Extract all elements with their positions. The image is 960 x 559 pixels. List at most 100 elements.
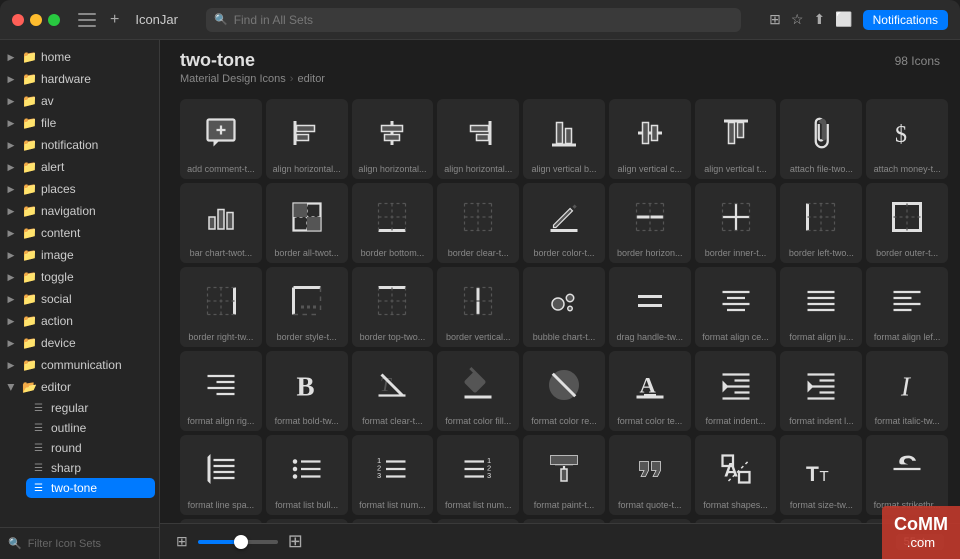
sidebar-item-alert[interactable]: ▶ 📁 alert bbox=[4, 156, 155, 178]
icon-format-align-right[interactable]: format align rig... bbox=[180, 351, 262, 431]
icon-grid-container[interactable]: add comment-t... align horizontal... ali… bbox=[160, 91, 960, 523]
icon-align-v-center[interactable]: align vertical c... bbox=[609, 99, 691, 179]
search-bar[interactable]: 🔍 bbox=[206, 8, 741, 32]
icon-drag-handle[interactable]: drag handle-tw... bbox=[609, 267, 691, 347]
icon-attach-money[interactable]: $ attach money-t... bbox=[866, 99, 948, 179]
icon-bubble-chart[interactable]: bubble chart-t... bbox=[523, 267, 605, 347]
icon-border-clear[interactable]: border clear-t... bbox=[437, 183, 519, 263]
icon-format-strikethrough[interactable]: format strikethr... bbox=[866, 435, 948, 515]
icon-border-inner[interactable]: border inner-t... bbox=[695, 183, 777, 263]
icon-border-vertical[interactable]: border vertical... bbox=[437, 267, 519, 347]
sidebar-item-notification[interactable]: ▶ 📁 notification bbox=[4, 134, 155, 156]
sidebar-subitem-regular[interactable]: ☰ regular bbox=[26, 398, 155, 418]
sidebar-item-hardware[interactable]: ▶ 📁 hardware bbox=[4, 68, 155, 90]
icon-border-horizontal[interactable]: border horizon... bbox=[609, 183, 691, 263]
filter-input[interactable] bbox=[28, 538, 170, 550]
notifications-button[interactable]: Notifications bbox=[863, 10, 948, 30]
icon-border-outer[interactable]: border outer-t... bbox=[866, 183, 948, 263]
sidebar-item-navigation[interactable]: ▶ 📁 navigation bbox=[4, 200, 155, 222]
icon-label: format color te... bbox=[613, 416, 687, 427]
icon-format-color-fill[interactable]: format color fill... bbox=[437, 351, 519, 431]
sidebar-toggle-button[interactable] bbox=[78, 13, 96, 27]
minimize-button[interactable] bbox=[30, 14, 42, 26]
icon-label: border right-tw... bbox=[184, 332, 258, 343]
icon-format-paint[interactable]: format paint-t... bbox=[523, 435, 605, 515]
border-top-icon bbox=[370, 273, 414, 328]
icon-bar-chart[interactable]: bar chart-twot... bbox=[180, 183, 262, 263]
icon-format-align-center[interactable]: format align ce... bbox=[695, 267, 777, 347]
icon-attach-file[interactable]: attach file-two... bbox=[780, 99, 862, 179]
sidebar-item-editor[interactable]: ▶ 📂 editor bbox=[4, 376, 155, 398]
icon-label: align horizontal... bbox=[356, 164, 430, 175]
icon-label: format list num... bbox=[441, 500, 515, 511]
sidebar-item-social[interactable]: ▶ 📁 social bbox=[4, 288, 155, 310]
icon-format-shapes[interactable]: A format shapes... bbox=[695, 435, 777, 515]
sidebar-item-toggle[interactable]: ▶ 📁 toggle bbox=[4, 266, 155, 288]
sidebar-item-communication[interactable]: ▶ 📁 communication bbox=[4, 354, 155, 376]
icon-format-size[interactable]: T T format size-tw... bbox=[780, 435, 862, 515]
icon-format-list-numbered[interactable]: 1 2 3 format list num... bbox=[352, 435, 434, 515]
sidebar-item-av[interactable]: ▶ 📁 av bbox=[4, 90, 155, 112]
icon-format-list-bulleted[interactable]: format list bull... bbox=[266, 435, 348, 515]
breadcrumb-separator: › bbox=[290, 73, 294, 85]
icon-size-slider[interactable] bbox=[198, 540, 278, 544]
sidebar-subitem-round[interactable]: ☰ round bbox=[26, 438, 155, 458]
icon-align-h-center[interactable]: align horizontal... bbox=[352, 99, 434, 179]
drag-handle-icon bbox=[628, 273, 672, 328]
sidebar-subitem-sharp[interactable]: ☰ sharp bbox=[26, 458, 155, 478]
chevron-down-icon: ▶ bbox=[6, 380, 17, 394]
icon-format-color-reset[interactable]: format color re... bbox=[523, 351, 605, 431]
maximize-button[interactable] bbox=[48, 14, 60, 26]
icon-format-italic[interactable]: I format italic-tw... bbox=[866, 351, 948, 431]
sidebar-item-device[interactable]: ▶ 📁 device bbox=[4, 332, 155, 354]
icon-label: format color re... bbox=[527, 416, 601, 427]
sidebar-subitem-twotone[interactable]: ☰ two-tone bbox=[26, 478, 155, 498]
icon-label: format align lef... bbox=[870, 332, 944, 343]
breadcrumb-root: Material Design Icons bbox=[180, 73, 286, 85]
icon-format-list-numbered-rtl[interactable]: 1 2 3 format list num... bbox=[437, 435, 519, 515]
icon-align-h-right[interactable]: align horizontal... bbox=[437, 99, 519, 179]
icon-add-comment[interactable]: add comment-t... bbox=[180, 99, 262, 179]
icon-border-right[interactable]: border right-tw... bbox=[180, 267, 262, 347]
close-button[interactable] bbox=[12, 14, 24, 26]
icon-format-align-justify[interactable]: format align ju... bbox=[780, 267, 862, 347]
sidebar-label-alert: alert bbox=[41, 160, 147, 174]
split-view-button[interactable]: ⬜ bbox=[835, 11, 852, 28]
icon-border-top[interactable]: border top-two... bbox=[352, 267, 434, 347]
icon-format-bold[interactable]: B format bold-tw... bbox=[266, 351, 348, 431]
icon-format-color-text[interactable]: A format color te... bbox=[609, 351, 691, 431]
icon-format-line-spacing[interactable]: format line spa... bbox=[180, 435, 262, 515]
sidebar-subitem-outline[interactable]: ☰ outline bbox=[26, 418, 155, 438]
icon-label: format list bull... bbox=[270, 500, 344, 511]
icon-border-color[interactable]: border color-t... bbox=[523, 183, 605, 263]
sidebar-item-action[interactable]: ▶ 📁 action bbox=[4, 310, 155, 332]
sidebar-label-device: device bbox=[41, 336, 147, 350]
sidebar-item-places[interactable]: ▶ 📁 places bbox=[4, 178, 155, 200]
sidebar-scroll[interactable]: ▶ 📁 home ▶ 📁 hardware ▶ 📁 av ▶ 📁 file ▶ bbox=[0, 40, 159, 527]
sidebar-sublabel-twotone: two-tone bbox=[51, 481, 97, 495]
search-input[interactable] bbox=[234, 13, 733, 27]
sidebar-filter[interactable]: 🔍 bbox=[0, 527, 159, 559]
icon-border-bottom[interactable]: border bottom... bbox=[352, 183, 434, 263]
icon-border-style[interactable]: border style-t... bbox=[266, 267, 348, 347]
icon-format-indent-decrease[interactable]: format indent... bbox=[695, 351, 777, 431]
sidebar-item-image[interactable]: ▶ 📁 image bbox=[4, 244, 155, 266]
view-toggle-button[interactable]: ⊞ bbox=[769, 11, 781, 28]
icon-border-all[interactable]: border all-twot... bbox=[266, 183, 348, 263]
icon-align-v-bottom[interactable]: align vertical b... bbox=[523, 99, 605, 179]
border-vertical-icon bbox=[456, 273, 500, 328]
icon-format-quote[interactable]: format quote-t... bbox=[609, 435, 691, 515]
sidebar-item-home[interactable]: ▶ 📁 home bbox=[4, 46, 155, 68]
chevron-right-icon: ▶ bbox=[4, 74, 18, 85]
star-button[interactable]: ☆ bbox=[791, 11, 804, 28]
icon-format-clear[interactable]: T format clear-t... bbox=[352, 351, 434, 431]
icon-align-v-top[interactable]: align vertical t... bbox=[695, 99, 777, 179]
sidebar-item-file[interactable]: ▶ 📁 file bbox=[4, 112, 155, 134]
add-set-button[interactable]: + bbox=[110, 11, 119, 29]
icon-border-left[interactable]: border left-two... bbox=[780, 183, 862, 263]
icon-format-align-left[interactable]: format align lef... bbox=[866, 267, 948, 347]
icon-format-indent-increase[interactable]: format indent l... bbox=[780, 351, 862, 431]
sidebar-item-content[interactable]: ▶ 📁 content bbox=[4, 222, 155, 244]
share-button[interactable]: ⬆ bbox=[813, 11, 825, 28]
icon-align-h-left[interactable]: align horizontal... bbox=[266, 99, 348, 179]
